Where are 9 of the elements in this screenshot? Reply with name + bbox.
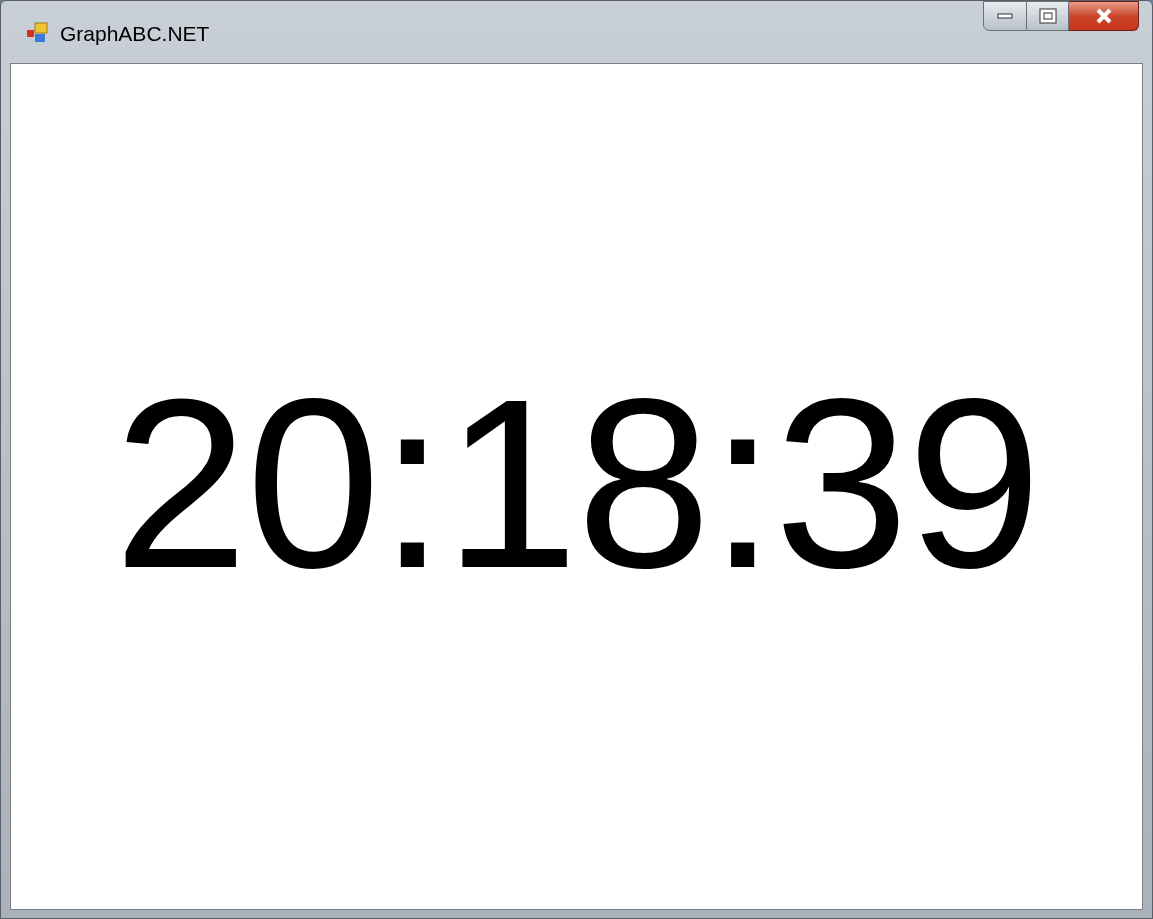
clock-time: 20:18:39	[113, 361, 1040, 604]
minimize-button[interactable]	[983, 1, 1027, 31]
window-title: GraphABC.NET	[60, 23, 210, 44]
maximize-button[interactable]	[1027, 1, 1069, 31]
app-icon	[26, 21, 48, 43]
minimize-icon	[997, 13, 1013, 19]
maximize-icon	[1038, 8, 1057, 24]
close-icon	[1094, 8, 1113, 24]
close-button[interactable]	[1069, 1, 1139, 31]
